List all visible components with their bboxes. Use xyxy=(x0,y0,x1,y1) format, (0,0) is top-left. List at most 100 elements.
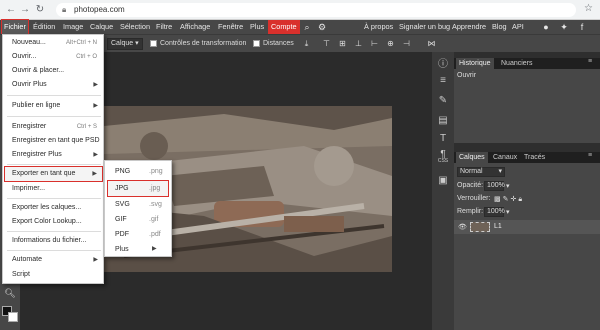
submenu-arrow-icon: ▶ xyxy=(93,257,98,263)
export-gif[interactable]: GIF .gif xyxy=(105,212,171,227)
blend-mode-dropdown[interactable]: Normal ▾ xyxy=(457,167,505,177)
layer-row[interactable]: 👁︎ L1 xyxy=(454,220,600,234)
align-bottom-icon[interactable]: ⊥ xyxy=(353,38,364,49)
export-format-ext: .gif xyxy=(149,216,159,223)
menu-affichage[interactable]: Affichage xyxy=(178,20,212,34)
address-bar[interactable]: 🔒︎ photopea.com xyxy=(56,3,576,17)
panel-menu-icon[interactable]: ≡ xyxy=(588,152,592,159)
menu-selection[interactable]: Sélection xyxy=(118,20,152,34)
align-top-icon[interactable]: ⊤ xyxy=(321,38,332,49)
menu-edition[interactable]: Édition xyxy=(31,20,57,34)
menu-item-enregistrer-psd[interactable]: Enregistrer en tant que PSD xyxy=(3,134,103,148)
align-center-icon[interactable]: ⊕ xyxy=(385,38,396,49)
forward-icon[interactable]: → xyxy=(18,3,32,17)
export-svg[interactable]: SVG .svg xyxy=(105,197,171,212)
menu-item-export-color-lookup[interactable]: Export Color Lookup... xyxy=(3,215,103,229)
panel-menu-icon[interactable]: ≡ xyxy=(588,58,592,65)
menu-item-label: Informations du fichier... xyxy=(12,237,87,244)
menu-filtre[interactable]: Filtre xyxy=(154,20,174,34)
opacity-dropdown-icon[interactable]: ▾ xyxy=(506,182,510,190)
export-plus[interactable]: Plus ▶ xyxy=(105,242,171,257)
fill-field[interactable]: 100% xyxy=(484,207,505,217)
align-right-icon[interactable]: ⊣ xyxy=(401,38,412,49)
history-entry[interactable]: Ouvrir xyxy=(457,72,476,79)
align-left-icon[interactable]: ⊢ xyxy=(369,38,380,49)
menu-item-enregistrer-plus[interactable]: Enregistrer Plus ▶ xyxy=(3,148,103,162)
menu-item-automate[interactable]: Automate ▶ xyxy=(3,253,103,267)
link-api[interactable]: API xyxy=(510,20,526,34)
layers-panel-tabs: Calques Canaux Tracés ≡ xyxy=(454,152,600,163)
export-submenu: PNG .png JPG .jpg SVG .svg GIF .gif PDF .pdf … xyxy=(104,160,172,257)
fill-dropdown-icon[interactable]: ▾ xyxy=(506,208,510,216)
export-png[interactable]: PNG .png xyxy=(105,164,171,179)
search-icon[interactable]: ⌕ xyxy=(301,20,313,34)
menu-image[interactable]: Image xyxy=(61,20,85,34)
export-jpg[interactable]: JPG .jpg xyxy=(107,180,169,197)
history-panel: Ouvrir xyxy=(454,69,600,143)
menu-item-ouvrir-plus[interactable]: Ouvrir Plus ▶ xyxy=(3,78,103,92)
link-apprendre[interactable]: Apprendre xyxy=(450,20,488,34)
reload-icon[interactable]: ↻ xyxy=(33,3,47,17)
adjustments-icon[interactable]: ▤ xyxy=(436,114,450,128)
tab-nuanciers[interactable]: Nuanciers xyxy=(498,58,536,69)
zoom-tool-icon[interactable]: 🔍︎ xyxy=(4,288,16,300)
info-icon[interactable]: ⓘ xyxy=(436,58,450,72)
back-icon[interactable]: ← xyxy=(4,3,18,17)
distribute-icon[interactable]: ⋈ xyxy=(426,38,437,49)
menu-separator xyxy=(7,164,101,165)
align-middle-icon[interactable]: ⊞ xyxy=(337,38,348,49)
twitter-icon[interactable]: ✦ xyxy=(558,20,570,34)
menu-fichier[interactable]: Fichier xyxy=(1,19,29,35)
menu-item-enregistrer[interactable]: Enregistrer Ctrl + S xyxy=(3,120,103,134)
menu-item-script[interactable]: Script xyxy=(3,268,103,282)
link-signaler-bug[interactable]: Signaler un bug xyxy=(397,20,452,34)
background-color-swatch[interactable] xyxy=(8,312,18,322)
auto-select-dropdown[interactable]: Calque ▾ xyxy=(107,38,143,50)
menu-item-publier[interactable]: Publier en ligne ▶ xyxy=(3,99,103,113)
menu-item-imprimer[interactable]: Imprimer... xyxy=(3,182,103,196)
menu-item-exporter[interactable]: Exporter en tant que ▶ xyxy=(4,166,103,182)
menu-item-informations[interactable]: Informations du fichier... xyxy=(3,234,103,248)
export-pdf[interactable]: PDF .pdf xyxy=(105,227,171,242)
menu-item-ouvrir-placer[interactable]: Ouvrir & placer... xyxy=(3,64,103,78)
tab-historique[interactable]: Historique xyxy=(456,58,494,69)
link-blog[interactable]: Blog xyxy=(490,20,509,34)
menu-fenetre[interactable]: Fenêtre xyxy=(216,20,245,34)
export-format-ext: .svg xyxy=(149,201,162,208)
image-icon[interactable]: ▣ xyxy=(436,174,450,188)
transform-controls-label: Contrôles de transformation xyxy=(160,40,247,47)
link-a-propos[interactable]: À propos xyxy=(362,20,395,34)
character-icon[interactable]: T xyxy=(436,132,450,146)
menu-calque[interactable]: Calque xyxy=(88,20,115,34)
css-icon[interactable]: CSS xyxy=(436,154,450,168)
export-format-label: Plus xyxy=(115,246,129,253)
tab-calques[interactable]: Calques xyxy=(456,152,488,163)
reddit-icon[interactable]: ● xyxy=(540,20,552,34)
layer-thumbnail xyxy=(470,222,490,232)
tab-traces[interactable]: Tracés xyxy=(521,152,548,163)
menu-item-nouveau[interactable]: Nouveau... Alt+Ctrl + N xyxy=(3,36,103,50)
export-format-label: PNG xyxy=(115,168,131,175)
menu-plus[interactable]: Plus xyxy=(248,20,266,34)
submenu-arrow-icon: ▶ xyxy=(152,246,157,252)
tab-canaux[interactable]: Canaux xyxy=(490,152,520,163)
opacity-field[interactable]: 100% xyxy=(484,181,505,191)
download-icon[interactable]: ⤓ xyxy=(301,38,312,49)
properties-icon[interactable]: ≡ xyxy=(436,74,450,88)
settings-icon[interactable]: ⚙ xyxy=(316,20,328,34)
menu-item-label: Exporter les calques... xyxy=(12,204,82,211)
lock-icons[interactable]: ▩✎✛🔒︎ xyxy=(494,195,524,204)
menu-item-label: Ouvrir... xyxy=(12,53,37,60)
menu-compte[interactable]: Compte xyxy=(268,20,300,34)
bookmark-star-icon[interactable]: ☆ xyxy=(584,3,593,14)
menu-separator xyxy=(7,198,101,199)
menu-item-label: Enregistrer en tant que PSD xyxy=(12,137,100,144)
menu-item-ouvrir[interactable]: Ouvrir... Ctrl + O xyxy=(3,50,103,64)
menu-bar: Fichier Édition Image Calque Sélection F… xyxy=(0,19,600,35)
brush-icon[interactable]: ✎ xyxy=(436,94,450,108)
transform-controls-checkbox[interactable] xyxy=(150,40,157,47)
distances-checkbox[interactable] xyxy=(253,40,260,47)
eye-icon[interactable]: 👁︎ xyxy=(458,223,467,231)
menu-item-exporter-calques[interactable]: Exporter les calques... xyxy=(3,201,103,215)
facebook-icon[interactable]: f xyxy=(576,20,588,34)
